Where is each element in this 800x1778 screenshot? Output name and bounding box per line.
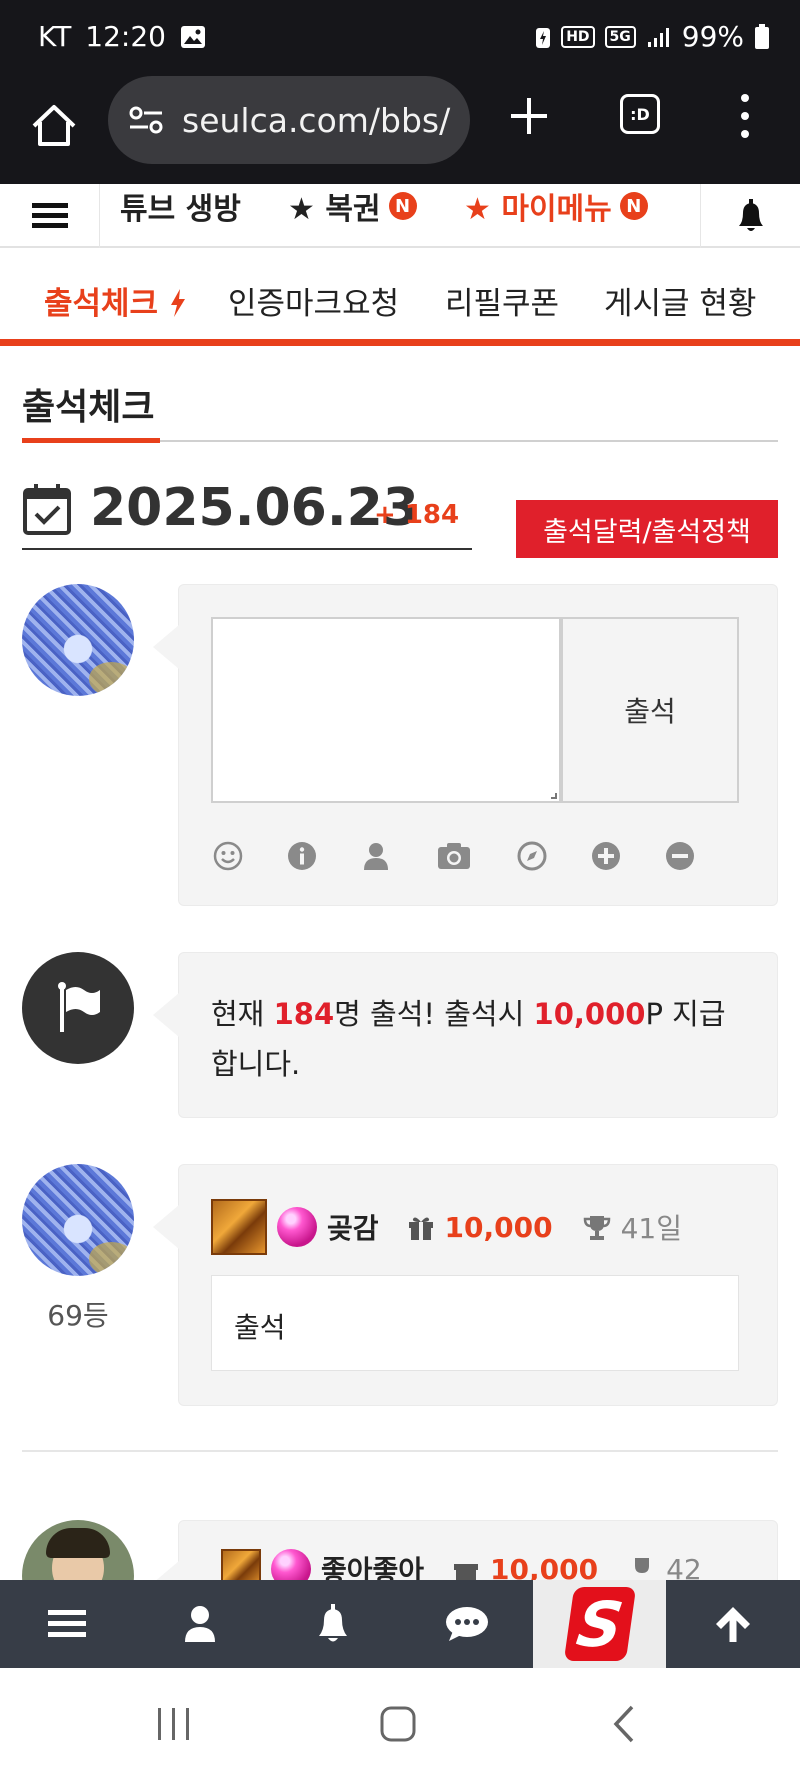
arrow-up-icon (716, 1607, 751, 1642)
entry-comment: 출석 (211, 1275, 739, 1371)
nav-scroll-top-button[interactable] (666, 1580, 799, 1668)
tab-attendance-label: 출석체크 (44, 286, 159, 322)
nav-site-logo-button[interactable]: S (533, 1580, 667, 1668)
tab-post-status[interactable]: 게시글 현황 (604, 278, 756, 323)
menu-lottery[interactable]: ★ 복권 N (288, 184, 417, 228)
battery-saver-icon (536, 27, 551, 48)
user-icon (184, 1606, 215, 1642)
url-text: seulca.com/bbs/ (182, 100, 451, 140)
status-bar: KT 12:20 HD 5G 99% (0, 0, 800, 76)
nav-menu-button[interactable] (0, 1580, 133, 1668)
user-icon[interactable] (361, 841, 391, 871)
notice-points: 10,000 (533, 997, 646, 1031)
gift-icon (408, 1217, 433, 1240)
calendar-check-icon (23, 484, 71, 535)
tab-refill-coupon[interactable]: 리필쿠폰 (445, 278, 559, 323)
nav-notification-button[interactable] (267, 1580, 400, 1668)
zoom-in-icon[interactable] (591, 841, 621, 871)
attendance-policy-button[interactable]: 출석달력/출석정책 (516, 500, 778, 558)
info-icon[interactable] (287, 841, 317, 871)
my-avatar (22, 584, 134, 696)
flag-icon (58, 982, 100, 1032)
trophy-icon (635, 1558, 650, 1573)
notice-text: 현재 184명 출석! 출석시 10,000P 지급합니다. (211, 989, 731, 1089)
comment-textarea[interactable] (211, 617, 561, 803)
menu-tube-live[interactable]: 튜브 생방 (120, 184, 241, 228)
attendance-count: + 184 (374, 500, 460, 530)
emoticon-icon[interactable] (213, 841, 243, 871)
notification-button[interactable] (700, 184, 800, 248)
clock: 12:20 (85, 20, 166, 53)
url-field[interactable]: seulca.com/bbs/ (108, 76, 470, 164)
flag-avatar (22, 952, 134, 1064)
signal-icon (647, 27, 669, 47)
system-nav-bar (0, 1668, 800, 1778)
resize-handle[interactable] (551, 793, 557, 799)
hamburger-menu-button[interactable] (0, 184, 100, 248)
home-button-icon[interactable] (378, 1704, 418, 1744)
entry-days: 41일 (620, 1212, 682, 1245)
bell-icon (319, 1604, 348, 1642)
page-title: 출석체크 (22, 387, 155, 428)
nav-chat-button[interactable] (400, 1580, 533, 1668)
site-settings-icon[interactable] (126, 100, 166, 140)
date-row: 2025.06.23 + 184 (22, 478, 472, 550)
gift-icon (454, 1564, 479, 1582)
attendance-form: 출석 (153, 584, 778, 906)
sub-tabs: 출석체크 인증마크요청 리필쿠폰 게시글 현황 (0, 248, 800, 346)
lightning-icon (170, 289, 185, 317)
attendance-notice: 현재 184명 출석! 출석시 10,000P 지급합니다. (153, 952, 778, 1118)
bottom-nav: S (0, 1580, 800, 1668)
new-badge: N (619, 192, 648, 220)
menu-lottery-label: ★ 복권 (288, 192, 381, 227)
rank-label: 69등 (47, 1299, 109, 1332)
tab-switcher-button[interactable]: :D (620, 94, 660, 134)
menu-mymenu[interactable]: ★ 마이메뉴 N (464, 184, 648, 228)
new-badge: N (388, 192, 417, 220)
nickname[interactable]: 곶감 (327, 1207, 379, 1247)
attendance-date: 2025.06.23 (90, 478, 419, 538)
form-toolbar (213, 841, 695, 871)
chat-bubble-icon (445, 1607, 488, 1641)
title-underline (22, 438, 160, 443)
recent-apps-icon[interactable] (154, 1704, 194, 1744)
menu-mymenu-label: ★ 마이메뉴 (464, 192, 612, 227)
carrier: KT (38, 20, 72, 53)
battery-icon (755, 23, 769, 49)
attendance-entry: 곶감 10,000 41일 출석 (153, 1164, 778, 1406)
gallery-icon (181, 25, 205, 48)
tab-attendance[interactable]: 출석체크 (44, 278, 187, 323)
nav-profile-button[interactable] (133, 1580, 266, 1668)
level-icon (211, 1199, 267, 1255)
attendance-submit-button[interactable]: 출석 (561, 617, 739, 803)
notice-count: 184 (273, 997, 335, 1031)
bell-icon (738, 199, 763, 231)
notice-mid: 명 출석! 출석시 (334, 997, 534, 1031)
browser-toolbar: seulca.com/bbs/ :D (0, 76, 800, 184)
notice-prefix: 현재 (211, 997, 274, 1031)
camera-icon[interactable] (435, 841, 473, 871)
tab-cert-mark[interactable]: 인증마크요청 (228, 278, 399, 323)
entry-userline: 곶감 10,000 41일 (211, 1199, 682, 1255)
compass-icon[interactable] (517, 841, 547, 871)
network-badge: 5G (604, 25, 636, 48)
entry-points: 10,000 (444, 1210, 553, 1244)
home-icon[interactable] (28, 100, 80, 152)
divider (22, 1450, 778, 1452)
site-logo-icon: S (563, 1587, 637, 1661)
trophy-icon (583, 1216, 610, 1240)
hd-badge: HD (561, 25, 595, 48)
menu-icon (47, 1610, 86, 1637)
new-tab-icon[interactable] (503, 90, 555, 142)
hamburger-icon (31, 203, 68, 228)
site-top-menu: 튜브 생방 ★ 복권 N ★ 마이메뉴 N (0, 184, 800, 248)
zoom-out-icon[interactable] (665, 841, 695, 871)
avatar[interactable] (22, 1164, 134, 1276)
battery-percent: 99% (681, 20, 744, 53)
back-icon[interactable] (606, 1704, 646, 1744)
more-menu-icon[interactable] (735, 90, 755, 142)
menu-tube-live-label: 튜브 생방 (120, 192, 241, 227)
grade-orb-icon (277, 1207, 317, 1247)
